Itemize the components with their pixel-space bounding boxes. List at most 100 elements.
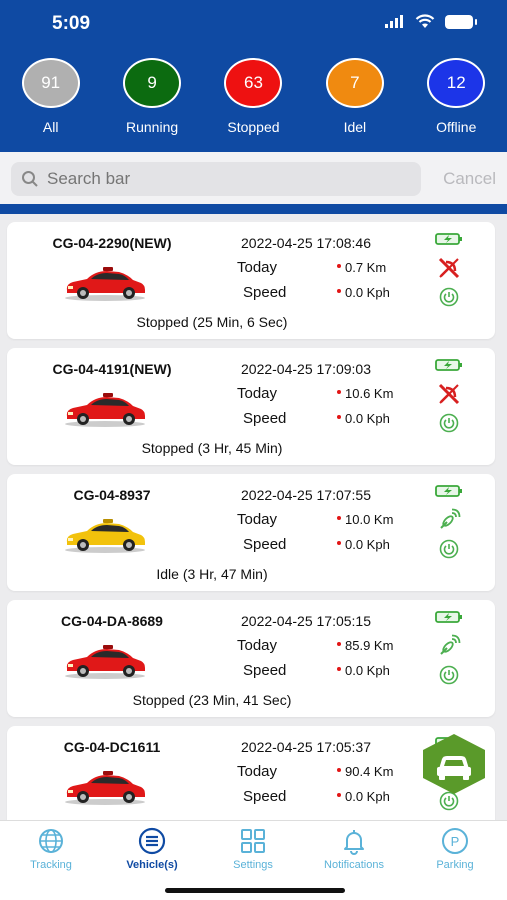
power-icon (439, 539, 459, 559)
counter-circle: 12 (427, 58, 486, 108)
speed-value: 0.0 Kph (337, 789, 390, 804)
today-label: Today (237, 259, 278, 276)
speed-label: Speed (243, 410, 287, 427)
today-label: Today (237, 763, 278, 780)
vehicle-timestamp: 2022-04-25 17:05:15 (241, 613, 371, 629)
list-icon (138, 827, 166, 855)
today-label: Today (237, 385, 278, 402)
today-distance: 0.7 Km (337, 260, 386, 275)
counter-circle: 7 (325, 58, 384, 108)
vehicle-timestamp: 2022-04-25 17:08:46 (241, 235, 371, 251)
battery-icon (445, 14, 477, 29)
power-icon (439, 665, 459, 685)
vehicle-card[interactable]: CG-04-4191(NEW) 2022-04-25 17:09:03 Toda… (7, 348, 495, 465)
counter-all[interactable]: 91 All (1, 58, 101, 135)
vehicle-plate: CG-04-DC1611 (63, 739, 161, 755)
tab-notifications[interactable]: Notifications (309, 827, 399, 871)
counter-running[interactable]: 9 Running (102, 58, 202, 135)
globe-icon (39, 829, 63, 853)
speed-label: Speed (243, 662, 287, 679)
counter-circle: 91 (21, 58, 80, 108)
tab-label: Parking (436, 859, 474, 871)
battery-charging-icon (435, 485, 462, 497)
today-distance: 90.4 Km (337, 764, 393, 779)
tab-label: Settings (233, 859, 273, 871)
vehicle-card[interactable]: CG-04-DA-8689 2022-04-25 17:05:15 Today … (7, 600, 495, 717)
vehicle-list[interactable]: CG-04-2290(NEW) 2022-04-25 17:08:46 Toda… (0, 214, 507, 820)
vehicle-card[interactable]: CG-04-8937 2022-04-25 17:07:55 Today Spe… (7, 474, 495, 591)
car-fab-button[interactable] (421, 733, 487, 795)
speed-value: 0.0 Kph (337, 663, 390, 678)
speed-value: 0.0 Kph (337, 411, 390, 426)
taxi-car-icon (65, 645, 145, 679)
search-icon (22, 171, 38, 187)
app-header: 5:09 91 All 9 Running 63 Stopped 7 Idel … (0, 0, 507, 152)
vehicle-timestamp: 2022-04-25 17:07:55 (241, 487, 371, 503)
vehicle-status: Stopped (25 Min, 6 Sec) (136, 314, 288, 330)
counter-label: Offline (436, 119, 477, 135)
speed-value: 0.0 Kph (337, 537, 390, 552)
search-area: Cancel (0, 152, 507, 204)
signal-bars-icon (385, 15, 403, 28)
tab-tracking[interactable]: Tracking (6, 827, 96, 871)
vehicle-plate: CG-04-2290(NEW) (52, 235, 172, 251)
bottom-tab-bar: Tracking Vehicle(s) Settings Notificatio… (0, 820, 507, 900)
svg-text:P: P (451, 834, 460, 849)
speed-label: Speed (243, 788, 287, 805)
today-distance: 85.9 Km (337, 638, 393, 653)
counter-offline[interactable]: 12 Offline (406, 58, 506, 135)
tab-label: Vehicle(s) (126, 859, 178, 871)
home-indicator (165, 888, 345, 893)
today-label: Today (237, 511, 278, 528)
no-signal-icon (438, 383, 460, 405)
battery-charging-icon (435, 233, 462, 245)
counter-circle: 9 (123, 58, 182, 108)
speed-label: Speed (243, 284, 287, 301)
taxi-car-icon (65, 267, 145, 301)
counter-label: All (42, 119, 59, 135)
battery-charging-icon (435, 611, 462, 623)
tab-settings[interactable]: Settings (208, 827, 298, 871)
battery-charging-icon (435, 359, 462, 371)
vehicle-status: Idle (3 Hr, 47 Min) (156, 566, 268, 582)
tab-label: Notifications (324, 859, 384, 871)
power-icon (439, 413, 459, 433)
tab-vehicles[interactable]: Vehicle(s) (107, 827, 197, 871)
vehicle-plate: CG-04-8937 (73, 487, 151, 503)
tab-label: Tracking (30, 859, 72, 871)
grid-icon (241, 829, 265, 853)
tab-parking[interactable]: P Parking (410, 827, 500, 871)
counter-circle: 63 (224, 58, 283, 108)
speed-value: 0.0 Kph (337, 285, 390, 300)
taxi-car-icon (65, 771, 145, 805)
search-bar[interactable] (11, 162, 421, 196)
counter-stopped[interactable]: 63 Stopped (203, 58, 303, 135)
today-distance: 10.0 Km (337, 512, 393, 527)
taxi-car-icon (65, 519, 145, 553)
no-signal-icon (438, 257, 460, 279)
vehicle-timestamp: 2022-04-25 17:05:37 (241, 739, 371, 755)
counter-label: Idel (343, 119, 367, 135)
status-time: 5:09 (52, 13, 91, 34)
power-icon (439, 287, 459, 307)
today-label: Today (237, 637, 278, 654)
vehicle-status: Stopped (3 Hr, 45 Min) (141, 440, 283, 456)
satellite-signal-icon (440, 634, 461, 655)
speed-label: Speed (243, 536, 287, 553)
header-divider (0, 204, 507, 214)
vehicle-status: Stopped (23 Min, 41 Sec) (132, 692, 292, 708)
status-bar: 5:09 (0, 0, 507, 48)
search-input[interactable] (47, 169, 397, 189)
vehicle-card[interactable]: CG-04-2290(NEW) 2022-04-25 17:08:46 Toda… (7, 222, 495, 339)
bell-icon (344, 830, 364, 855)
satellite-signal-icon (440, 508, 461, 529)
vehicle-plate: CG-04-DA-8689 (61, 613, 163, 629)
vehicle-counters: 91 All 9 Running 63 Stopped 7 Idel 12 Of… (0, 58, 507, 135)
counter-label: Stopped (227, 119, 280, 135)
taxi-car-icon (65, 393, 145, 427)
counter-label: Running (126, 119, 179, 135)
today-distance: 10.6 Km (337, 386, 393, 401)
cancel-button[interactable]: Cancel (443, 169, 496, 189)
parking-icon: P (442, 828, 468, 854)
counter-idle[interactable]: 7 Idel (305, 58, 405, 135)
